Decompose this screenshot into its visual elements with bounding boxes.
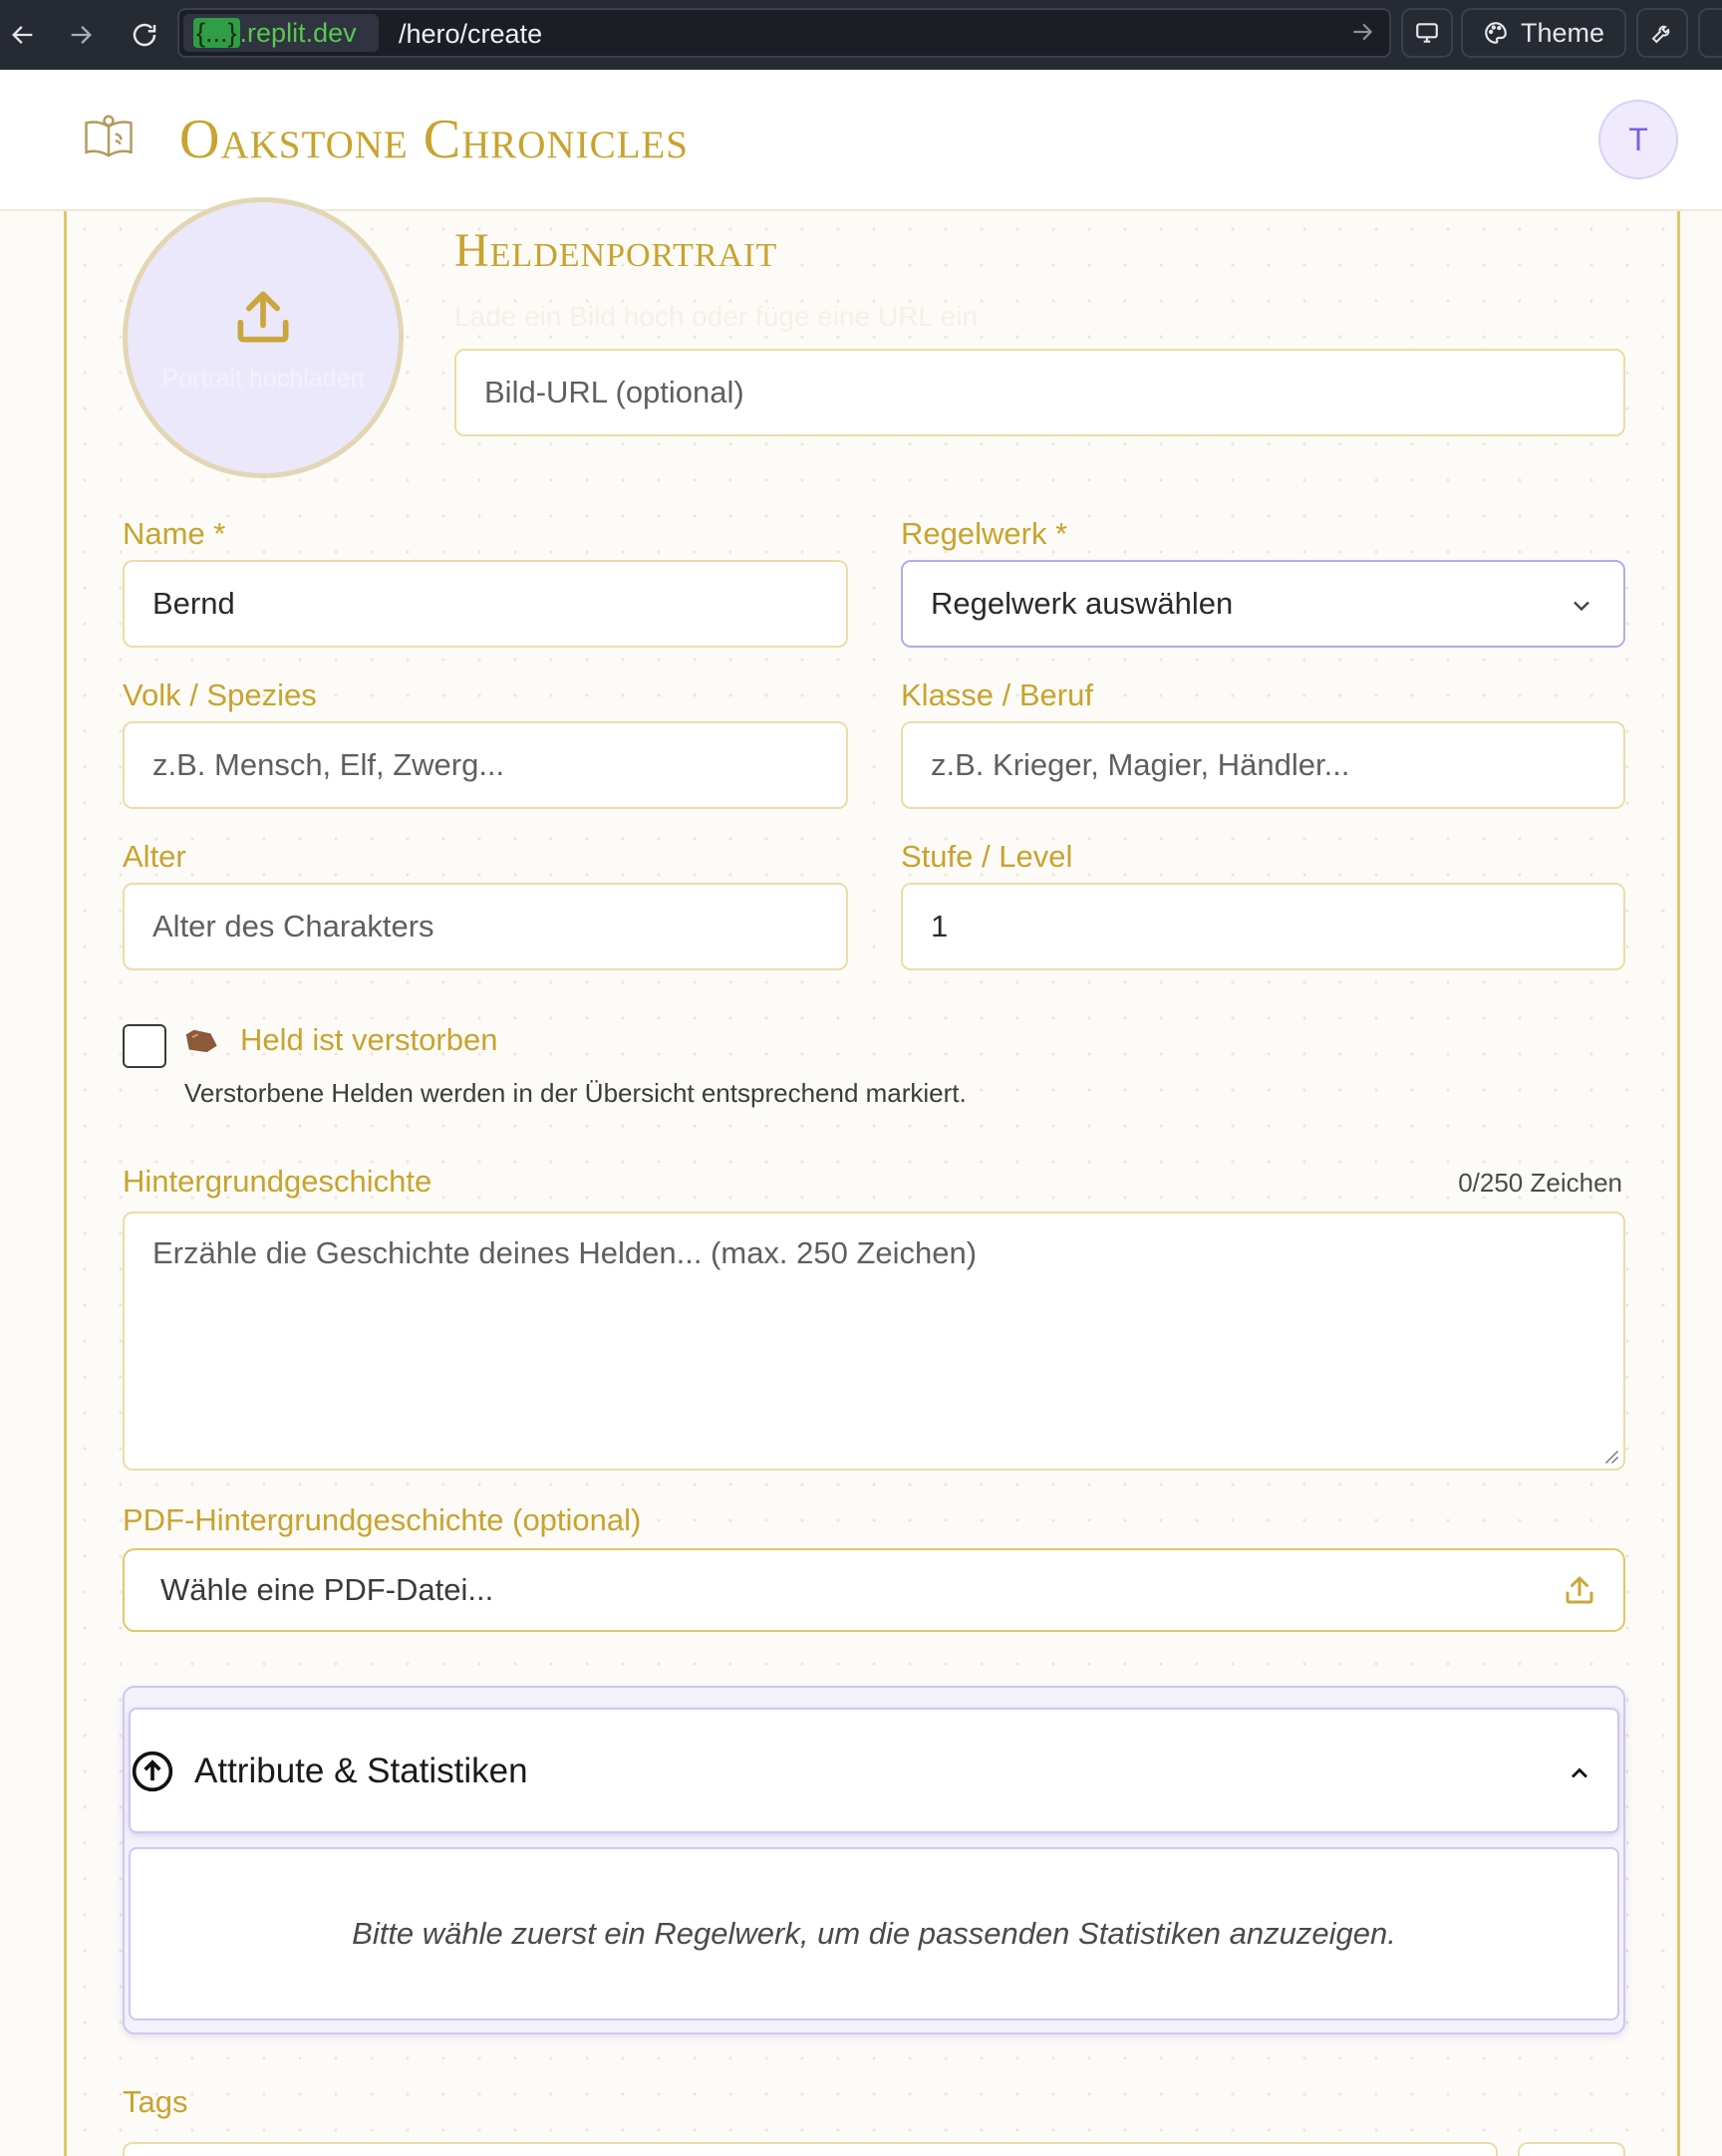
species-label: Volk / Spezies xyxy=(123,677,317,712)
back-button[interactable] xyxy=(0,12,46,58)
backstory-textarea[interactable]: Erzähle die Geschichte deines Helden... … xyxy=(123,1212,1625,1471)
chevron-up-icon[interactable] xyxy=(1566,1759,1593,1787)
arrow-right-icon xyxy=(1353,23,1373,41)
ruleset-select[interactable]: Regelwerk auswählen xyxy=(901,560,1625,648)
attributes-accordion: Attribute & Statistiken Bitte wähle zuer… xyxy=(123,1686,1625,2034)
wrench-icon xyxy=(1651,25,1670,44)
upload-icon xyxy=(1566,1576,1593,1604)
deceased-hint: Verstorbene Helden werden in der Übersic… xyxy=(184,1078,967,1108)
attributes-title: Attribute & Statistiken xyxy=(194,1752,528,1790)
class-label: Klasse / Beruf xyxy=(901,677,1093,712)
url-path: /hero/create xyxy=(399,19,543,49)
image-url-input[interactable]: Bild-URL (optional) xyxy=(454,349,1625,436)
portrait-upload[interactable]: Portrait hochladen xyxy=(123,197,404,478)
pdf-label: PDF-Hintergrundgeschichte (optional) xyxy=(123,1502,642,1537)
theme-label: Theme xyxy=(1520,17,1605,48)
resize-grip-icon[interactable] xyxy=(1601,1447,1619,1465)
reload-icon xyxy=(133,23,156,47)
url-host: {...} .replit.dev xyxy=(183,14,379,52)
url-host-prefix: {...} xyxy=(193,18,240,48)
tools-button[interactable] xyxy=(1636,8,1688,58)
class-input[interactable]: z.B. Krieger, Magier, Händler... xyxy=(901,721,1625,809)
age-label: Alter xyxy=(123,839,186,874)
attributes-accordion-body: Bitte wähle zuerst ein Regelwerk, um die… xyxy=(129,1847,1619,2021)
forward-button[interactable] xyxy=(58,12,104,58)
reload-button[interactable] xyxy=(122,12,167,58)
address-bar[interactable]: {...} .replit.dev /hero/create xyxy=(177,8,1391,58)
attributes-empty-message: Bitte wähle zuerst ein Regelwerk, um die… xyxy=(352,1916,1396,1951)
name-input[interactable]: Bernd xyxy=(123,560,848,648)
portrait-heading: Heldenportrait xyxy=(454,224,778,277)
species-input[interactable]: z.B. Mensch, Elf, Zwerg... xyxy=(123,721,848,809)
monitor-icon xyxy=(1416,23,1438,43)
book-icon[interactable] xyxy=(82,110,136,168)
circle-arrow-up-icon xyxy=(132,1751,173,1792)
attributes-accordion-header[interactable]: Attribute & Statistiken xyxy=(129,1708,1619,1833)
portrait-subtitle: Lade ein Bild hoch oder füge eine URL ei… xyxy=(454,301,979,332)
add-tag-button[interactable] xyxy=(1518,2142,1625,2156)
tags-input[interactable] xyxy=(123,2142,1498,2156)
deceased-checkbox[interactable] xyxy=(123,1024,166,1068)
go-button[interactable] xyxy=(1349,19,1375,50)
age-input[interactable]: Alter des Charakters xyxy=(123,883,848,970)
hero-create-form: Portrait hochladen Heldenportrait Lade e… xyxy=(64,197,1680,2156)
arrow-left-icon xyxy=(12,26,33,44)
arrow-right-icon xyxy=(71,26,92,44)
backstory-placeholder: Erzähle die Geschichte deines Helden... … xyxy=(152,1235,978,1270)
portrait-upload-label: Portrait hochladen xyxy=(161,364,365,393)
device-preview-button[interactable] xyxy=(1401,8,1453,58)
level-label: Stufe / Level xyxy=(901,839,1073,874)
level-input[interactable]: 1 xyxy=(901,883,1625,970)
url-host-domain: .replit.dev xyxy=(239,18,357,48)
app-title[interactable]: Oakstone Chronicles xyxy=(179,108,689,171)
tags-label: Tags xyxy=(123,2084,188,2119)
theme-button[interactable]: Theme xyxy=(1461,8,1626,58)
deceased-label[interactable]: Held ist verstorben xyxy=(240,1022,497,1058)
coffin-icon xyxy=(182,1024,218,1065)
ruleset-label: Regelwerk * xyxy=(901,516,1068,551)
browser-toolbar: {...} .replit.dev /hero/create Theme xyxy=(0,0,1722,70)
pdf-placeholder: Wähle eine PDF-Datei... xyxy=(160,1572,494,1607)
user-avatar[interactable]: T xyxy=(1598,100,1678,179)
overflow-button[interactable] xyxy=(1698,8,1722,58)
pdf-file-input[interactable]: Wähle eine PDF-Datei... xyxy=(123,1548,1625,1632)
palette-icon xyxy=(1485,22,1507,44)
app-header: Oakstone Chronicles T xyxy=(0,70,1722,211)
backstory-char-counter: 0/250 Zeichen xyxy=(1458,1168,1622,1198)
ruleset-selected-value: Regelwerk auswählen xyxy=(931,586,1234,621)
upload-icon xyxy=(237,291,289,342)
name-label: Name * xyxy=(123,516,226,551)
chevron-down-icon xyxy=(1574,601,1589,612)
backstory-label: Hintergrundgeschichte xyxy=(123,1164,432,1199)
